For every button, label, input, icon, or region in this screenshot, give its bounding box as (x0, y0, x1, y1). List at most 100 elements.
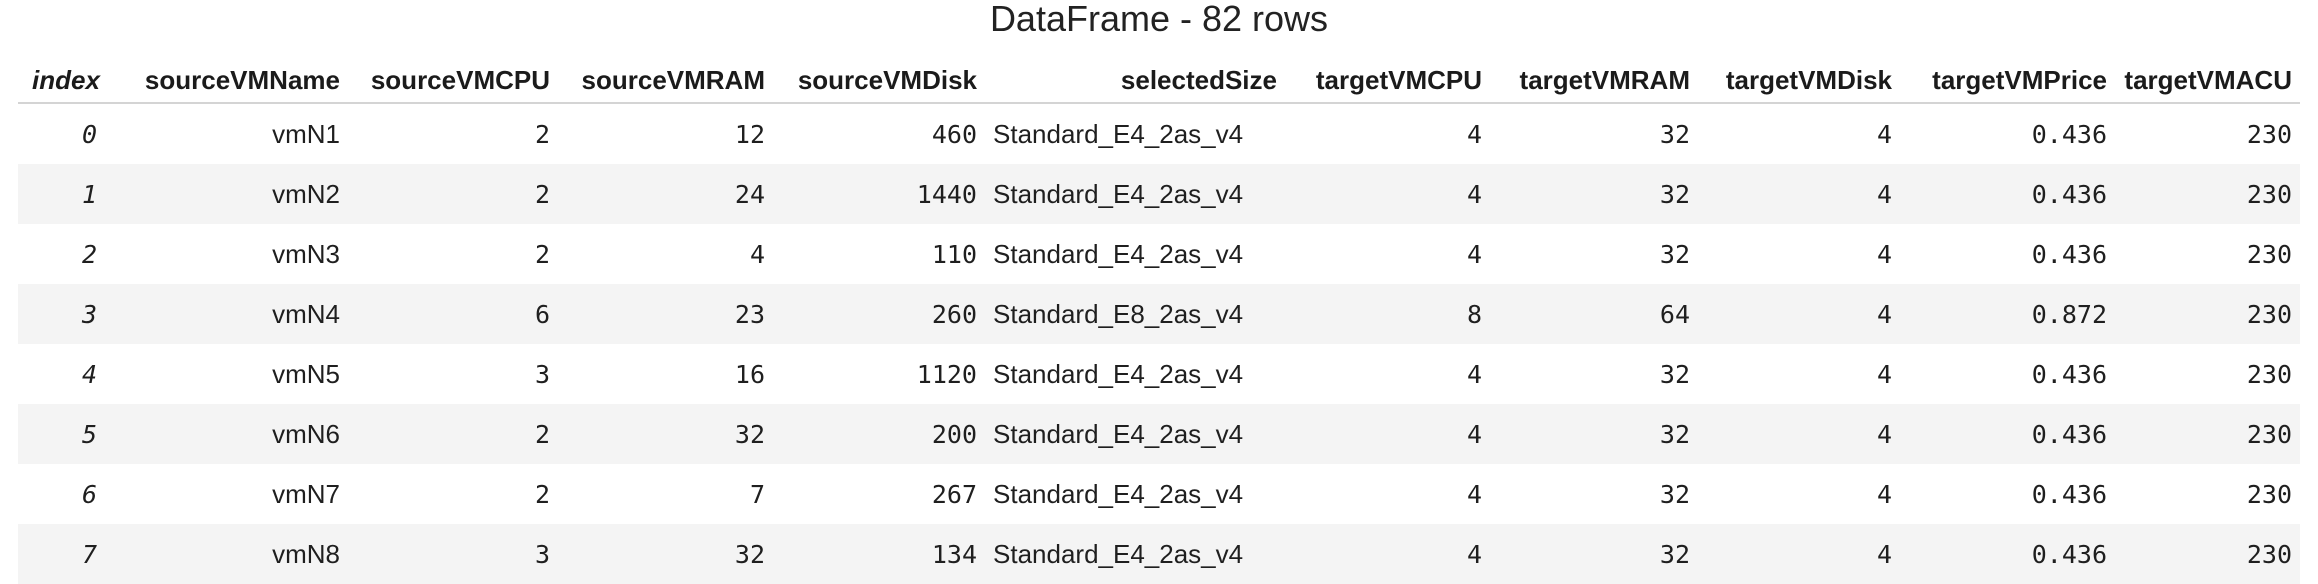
cell-sourcevmram: 23 (734, 299, 765, 329)
cell-targetvmcpu: 4 (1466, 359, 1482, 389)
table-row: 2 vmN3 2 4 110 Standard_E4_2as_v4 4 32 4… (18, 224, 2300, 284)
cell-targetvmprice: 0.436 (2031, 239, 2107, 269)
cell-targetvmdisk: 4 (1876, 479, 1892, 509)
cell-targetvmcpu: 4 (1466, 419, 1482, 449)
cell-index: 6 (82, 479, 98, 509)
cell-selectedsize: Standard_E4_2as_v4 (993, 238, 1244, 269)
cell-sourcevmname: vmN4 (272, 298, 340, 329)
table-row: 6 vmN7 2 7 267 Standard_E4_2as_v4 4 32 4… (18, 464, 2300, 524)
cell-selectedsize: Standard_E4_2as_v4 (993, 538, 1244, 569)
cell-sourcevmcpu: 2 (534, 179, 550, 209)
column-header-sourcevmcpu[interactable]: sourceVMCPU (348, 58, 558, 103)
cell-sourcevmcpu: 3 (534, 359, 550, 389)
cell-targetvmdisk: 4 (1876, 239, 1892, 269)
cell-targetvmacu: 230 (2246, 239, 2292, 269)
cell-sourcevmram: 32 (734, 539, 765, 569)
cell-sourcevmram: 24 (734, 179, 765, 209)
cell-targetvmdisk: 4 (1876, 119, 1892, 149)
cell-sourcevmname: vmN6 (272, 418, 340, 449)
cell-targetvmprice: 0.436 (2031, 179, 2107, 209)
header-row: index sourceVMName sourceVMCPU sourceVMR… (18, 58, 2300, 103)
dataframe-title: DataFrame - 82 rows (989, 0, 1329, 39)
column-header-sourcevmram[interactable]: sourceVMRAM (558, 58, 773, 103)
column-header-targetvmprice[interactable]: targetVMPrice (1900, 58, 2115, 103)
cell-sourcevmdisk: 1440 (916, 179, 977, 209)
cell-sourcevmram: 4 (749, 239, 765, 269)
cell-targetvmram: 32 (1659, 179, 1690, 209)
cell-sourcevmdisk: 134 (931, 539, 977, 569)
cell-targetvmdisk: 4 (1876, 419, 1892, 449)
cell-selectedsize: Standard_E4_2as_v4 (993, 118, 1244, 149)
cell-sourcevmcpu: 2 (534, 419, 550, 449)
cell-sourcevmdisk: 1120 (916, 359, 977, 389)
cell-targetvmram: 32 (1659, 119, 1690, 149)
cell-targetvmprice: 0.436 (2031, 479, 2107, 509)
cell-sourcevmdisk: 260 (931, 299, 977, 329)
cell-targetvmacu: 230 (2246, 539, 2292, 569)
cell-targetvmram: 32 (1659, 419, 1690, 449)
cell-selectedsize: Standard_E4_2as_v4 (993, 418, 1244, 449)
cell-sourcevmcpu: 2 (534, 479, 550, 509)
cell-sourcevmdisk: 200 (931, 419, 977, 449)
cell-targetvmcpu: 4 (1466, 119, 1482, 149)
cell-targetvmcpu: 8 (1466, 299, 1482, 329)
column-header-index[interactable]: index (18, 58, 118, 103)
cell-targetvmcpu: 4 (1466, 239, 1482, 269)
cell-sourcevmdisk: 110 (931, 239, 977, 269)
cell-targetvmacu: 230 (2246, 119, 2292, 149)
cell-sourcevmname: vmN3 (272, 238, 340, 269)
cell-targetvmprice: 0.436 (2031, 539, 2107, 569)
cell-targetvmram: 32 (1659, 359, 1690, 389)
cell-selectedsize: Standard_E4_2as_v4 (993, 358, 1244, 389)
table-row: 1 vmN2 2 24 1440 Standard_E4_2as_v4 4 32… (18, 164, 2300, 224)
cell-sourcevmdisk: 267 (931, 479, 977, 509)
cell-targetvmcpu: 4 (1466, 539, 1482, 569)
cell-index: 3 (82, 299, 98, 329)
dataframe-table: index sourceVMName sourceVMCPU sourceVMR… (18, 58, 2300, 584)
cell-sourcevmname: vmN5 (272, 358, 340, 389)
column-header-targetvmacu[interactable]: targetVMACU (2115, 58, 2300, 103)
cell-targetvmprice: 0.436 (2031, 119, 2107, 149)
cell-targetvmdisk: 4 (1876, 539, 1892, 569)
column-header-sourcevmdisk[interactable]: sourceVMDisk (773, 58, 985, 103)
cell-targetvmram: 32 (1659, 479, 1690, 509)
cell-index: 7 (82, 539, 98, 569)
cell-sourcevmram: 7 (749, 479, 765, 509)
table-row: 0 vmN1 2 12 460 Standard_E4_2as_v4 4 32 … (18, 103, 2300, 164)
cell-targetvmdisk: 4 (1876, 359, 1892, 389)
cell-targetvmram: 32 (1659, 539, 1690, 569)
cell-targetvmram: 32 (1659, 239, 1690, 269)
cell-targetvmacu: 230 (2246, 419, 2292, 449)
cell-sourcevmram: 32 (734, 419, 765, 449)
cell-targetvmcpu: 4 (1466, 479, 1482, 509)
cell-targetvmdisk: 4 (1876, 179, 1892, 209)
cell-index: 1 (82, 179, 98, 209)
cell-targetvmprice: 0.436 (2031, 419, 2107, 449)
cell-sourcevmram: 12 (734, 119, 765, 149)
table-row: 4 vmN5 3 16 1120 Standard_E4_2as_v4 4 32… (18, 344, 2300, 404)
cell-targetvmprice: 0.872 (2031, 299, 2107, 329)
cell-selectedsize: Standard_E8_2as_v4 (993, 298, 1244, 329)
cell-sourcevmcpu: 6 (534, 299, 550, 329)
cell-sourcevmname: vmN1 (272, 118, 340, 149)
cell-selectedsize: Standard_E4_2as_v4 (993, 178, 1244, 209)
cell-targetvmacu: 230 (2246, 179, 2292, 209)
column-header-targetvmcpu[interactable]: targetVMCPU (1285, 58, 1490, 103)
cell-index: 5 (82, 419, 98, 449)
cell-sourcevmcpu: 3 (534, 539, 550, 569)
cell-index: 2 (82, 239, 98, 269)
column-header-targetvmdisk[interactable]: targetVMDisk (1698, 58, 1900, 103)
cell-sourcevmname: vmN8 (272, 538, 340, 569)
cell-targetvmram: 64 (1659, 299, 1690, 329)
cell-index: 0 (82, 119, 98, 149)
column-header-targetvmram[interactable]: targetVMRAM (1490, 58, 1698, 103)
cell-targetvmacu: 230 (2246, 359, 2292, 389)
table-row: 3 vmN4 6 23 260 Standard_E8_2as_v4 8 64 … (18, 284, 2300, 344)
cell-sourcevmcpu: 2 (534, 239, 550, 269)
cell-sourcevmname: vmN7 (272, 478, 340, 509)
column-header-selectedsize[interactable]: selectedSize (985, 58, 1285, 103)
cell-selectedsize: Standard_E4_2as_v4 (993, 478, 1244, 509)
cell-sourcevmname: vmN2 (272, 178, 340, 209)
column-header-sourcevmname[interactable]: sourceVMName (118, 58, 348, 103)
cell-targetvmcpu: 4 (1466, 179, 1482, 209)
